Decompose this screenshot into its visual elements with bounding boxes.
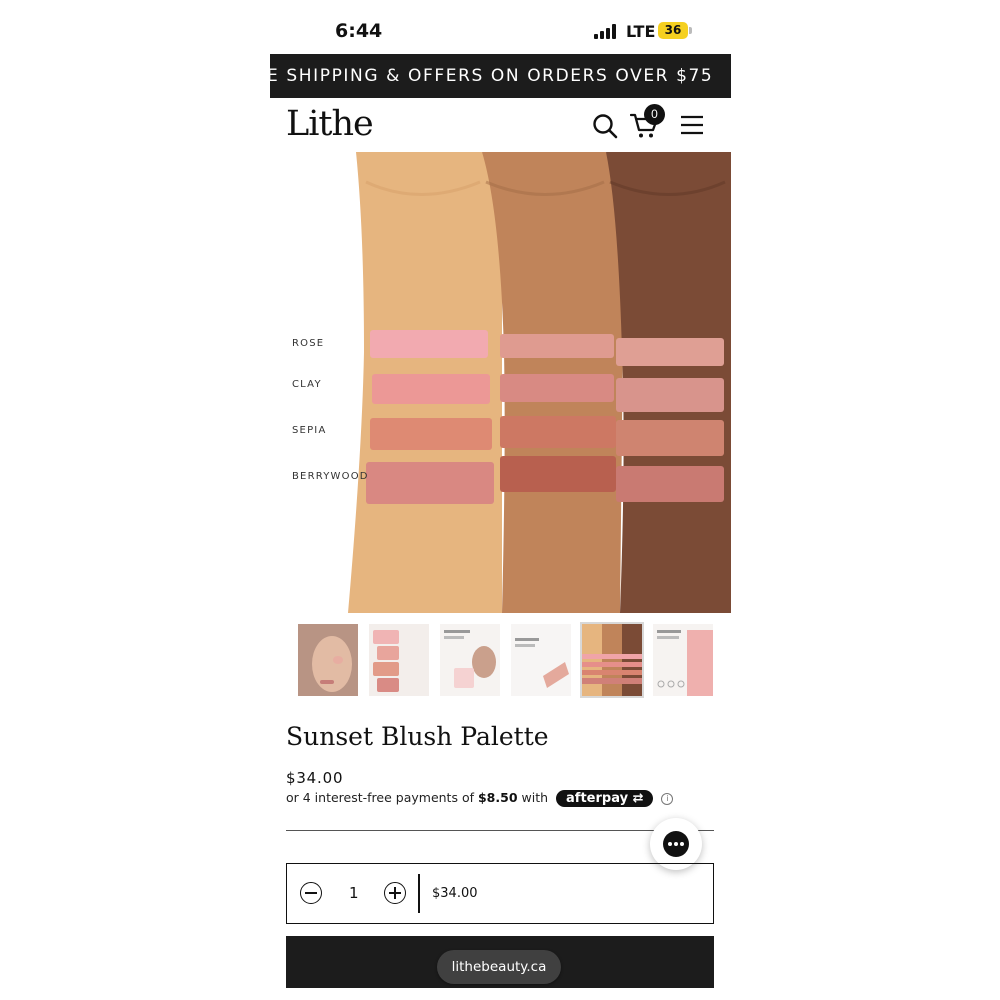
installments-with: with [521, 790, 549, 805]
info-icon[interactable]: i [661, 792, 674, 805]
announcement-text: E SHIPPING & OFFERS ON ORDERS OVER $75 [270, 66, 714, 86]
thumbnail-blush-info[interactable] [440, 624, 500, 696]
thumbnail-shades[interactable] [511, 624, 571, 696]
afterpay-badge[interactable]: afterpay ⇄ [556, 790, 654, 807]
signal-icon [594, 24, 620, 39]
arm-swatches-thumbnail [582, 624, 642, 696]
shades-thumbnail [511, 624, 571, 696]
palette-thumbnail [369, 624, 429, 696]
afterpay-label: afterpay [566, 791, 629, 806]
network-type: LTE [626, 22, 656, 41]
quantity-separator [418, 874, 420, 913]
quantity-value[interactable]: 1 [349, 884, 359, 902]
swatch-label-sepia: SEPIA [292, 425, 327, 436]
brand-logo[interactable]: Lithe [286, 104, 374, 144]
blush-info-thumbnail [440, 624, 500, 696]
menu-icon[interactable] [680, 114, 704, 136]
swatch-label-berrywood: BERRYWOOD [292, 471, 369, 482]
thumbnail-model[interactable] [298, 624, 358, 696]
thumbnail-palette[interactable] [369, 624, 429, 696]
product-hero-image[interactable]: ROSE CLAY SEPIA BERRYWOOD [270, 152, 731, 613]
announcement-bar[interactable]: E SHIPPING & OFFERS ON ORDERS OVER $75 [270, 54, 731, 98]
swatch-label-clay: CLAY [292, 379, 322, 390]
section-divider [286, 830, 714, 831]
quantity-total-price: $34.00 [432, 886, 478, 901]
quantity-selector: 1 $34.00 [286, 863, 714, 924]
status-time: 6:44 [335, 20, 383, 42]
installments-prefix: or 4 interest-free payments of [286, 790, 474, 805]
swatch-label-rose: ROSE [292, 338, 325, 349]
thumbnail-texture[interactable] [653, 624, 713, 696]
model-face-thumbnail [298, 624, 358, 696]
thumbnail-arm-swatches[interactable] [580, 622, 644, 698]
texture-thumbnail [653, 624, 713, 696]
product-title: Sunset Blush Palette [286, 722, 549, 751]
decrease-quantity-button[interactable] [300, 882, 322, 904]
installments-amount: $8.50 [477, 790, 518, 805]
thumbnail-strip [286, 622, 730, 698]
battery-tip [689, 27, 692, 34]
battery-icon: 36 [658, 22, 688, 39]
increase-quantity-button[interactable] [384, 882, 406, 904]
installments-line: or 4 interest-free payments of $8.50 wit… [286, 790, 674, 807]
browser-url-bar[interactable]: lithebeauty.ca [437, 950, 561, 984]
arm-swatch-illustration [270, 152, 731, 613]
search-icon[interactable] [592, 113, 618, 139]
cart-count-badge: 0 [644, 104, 665, 125]
product-price: $34.00 [286, 769, 344, 787]
chat-icon [663, 831, 689, 857]
